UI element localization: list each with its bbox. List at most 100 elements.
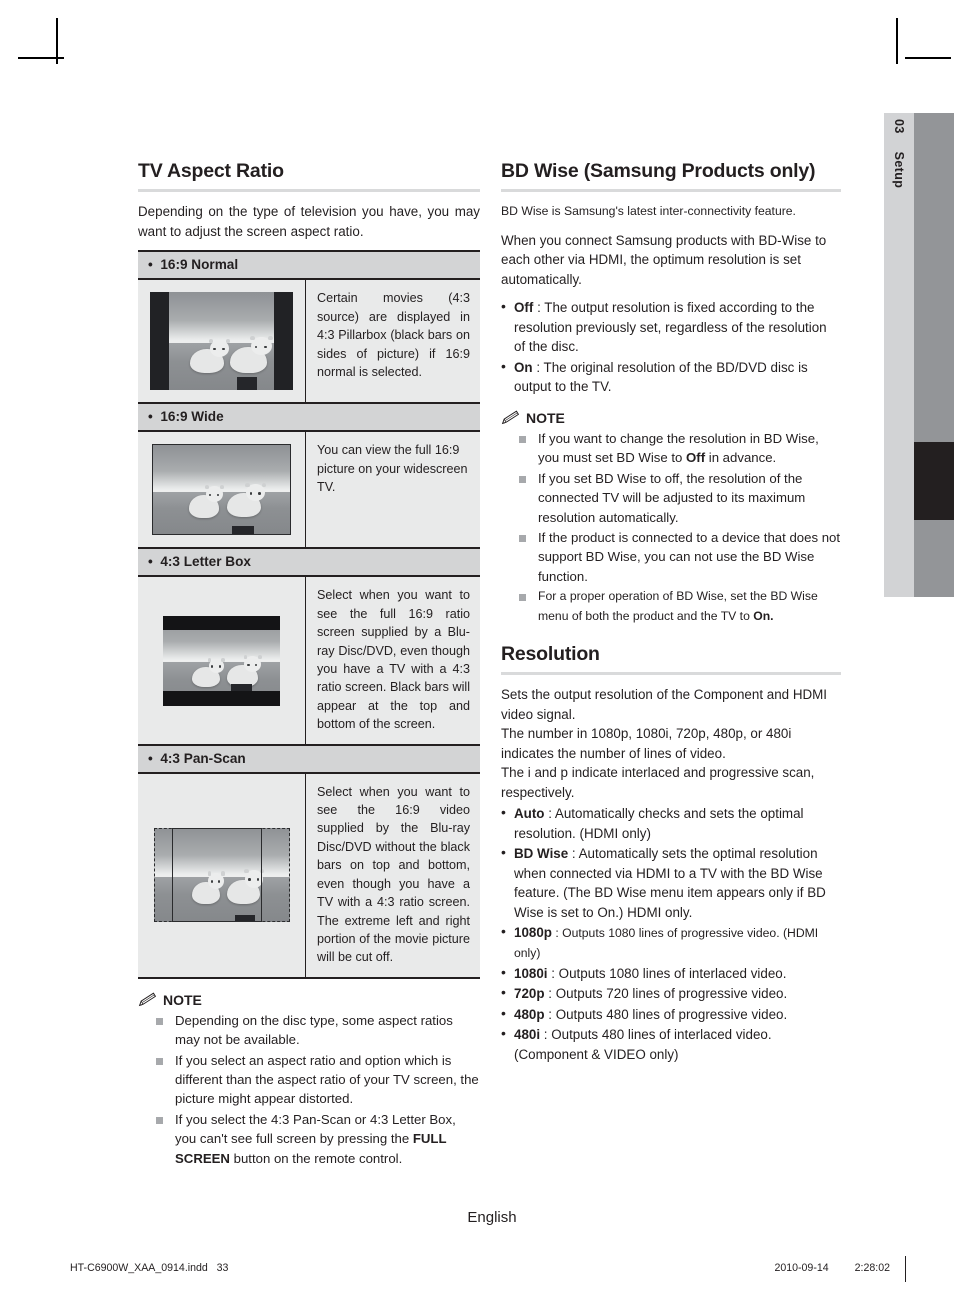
chapter-side-bar xyxy=(914,113,954,597)
resolution-option-1080p: 1080p : Outputs 1080 lines of progressiv… xyxy=(501,922,841,962)
note-item: If you want to change the resolution in … xyxy=(517,429,841,468)
footer-time: 2:28:02 xyxy=(854,1262,890,1274)
aspect-description-4-3-letter-box: Select when you want to see the full 16:… xyxy=(317,588,470,732)
bd-wise-intro-2: When you connect Samsung products with B… xyxy=(501,232,827,287)
resolution-option-720p: 720p : Outputs 720 lines of progressive … xyxy=(501,983,841,1004)
aspect-description-4-3-pan-scan: Select when you want to see the 16:9 vid… xyxy=(317,784,470,965)
chapter-number: 03 xyxy=(892,119,906,134)
tv-widescreen-puppies-image xyxy=(152,444,291,536)
footer-file-info: HT-C6900W_XAA_0914.indd 33 xyxy=(70,1262,228,1274)
heading-divider xyxy=(138,189,480,193)
chapter-position-marker xyxy=(914,442,954,520)
option-text: : Automatically checks and sets the opti… xyxy=(514,806,804,841)
aspect-label: 4:3 Pan-Scan xyxy=(160,750,246,766)
option-term: BD Wise xyxy=(514,846,569,862)
option-text: : Outputs 720 lines of progressive video… xyxy=(544,986,788,1002)
footer-timestamp: 2010-09-14 2:28:02 xyxy=(774,1262,890,1274)
heading-divider xyxy=(501,672,841,676)
aspect-picture-4-3-letter-box xyxy=(138,577,306,744)
note-label: NOTE xyxy=(163,991,202,1008)
aspect-picture-16-9-normal xyxy=(138,280,306,403)
option-term: On xyxy=(514,359,533,375)
option-term: 480i xyxy=(514,1027,541,1043)
option-term: 480p xyxy=(514,1006,545,1022)
option-text: : The output resolution is fixed accordi… xyxy=(514,300,827,355)
language-label: English xyxy=(467,1209,517,1226)
note-item: If the product is connected to a device … xyxy=(517,528,841,586)
option-text: : Outputs 1080 lines of interlaced video… xyxy=(547,965,787,981)
resolution-option-480i: 480i : Outputs 480 lines of interlaced v… xyxy=(501,1024,841,1064)
aspect-row-header-16-9-wide: • 16:9 Wide xyxy=(138,402,480,433)
note-list-left: Depending on the disc type, some aspect … xyxy=(138,1011,480,1168)
aspect-row-4-3-letter-box: Select when you want to see the full 16:… xyxy=(138,577,480,744)
chapter-tab-text: 03 Setup xyxy=(892,113,906,188)
option-term: Auto xyxy=(514,806,545,822)
print-footer: HT-C6900W_XAA_0914.indd 33 2010-09-14 2:… xyxy=(70,1262,890,1274)
tv-letterbox-puppies-image xyxy=(163,615,280,706)
aspect-picture-16-9-wide xyxy=(138,432,306,548)
aspect-row-header-4-3-pan-scan: • 4:3 Pan-Scan xyxy=(138,743,480,774)
right-column: BD Wise (Samsung Products only) BD Wise … xyxy=(501,160,841,1065)
aspect-row-16-9-wide: You can view the full 16:9 picture on yo… xyxy=(138,432,480,548)
manual-page: 03 Setup TV Aspect Ratio Depending on th… xyxy=(0,0,954,1307)
option-term: 1080p xyxy=(514,925,552,941)
aspect-picture-4-3-pan-scan xyxy=(138,773,306,977)
option-text: : Outputs 480 lines of interlaced video.… xyxy=(514,1027,772,1062)
note-label: NOTE xyxy=(526,409,565,426)
heading-divider xyxy=(501,189,841,193)
language-footer: English xyxy=(0,1209,954,1226)
aspect-row-header-4-3-letter-box: • 4:3 Letter Box xyxy=(138,547,480,578)
note-item: If you select an aspect ratio and option… xyxy=(154,1051,480,1109)
resolution-option-480p: 480p : Outputs 480 lines of progressive … xyxy=(501,1004,841,1025)
resolution-intro-3: The i and p indicate interlaced and prog… xyxy=(501,765,815,800)
panscan-crop-frame xyxy=(171,828,262,923)
left-column: TV Aspect Ratio Depending on the type of… xyxy=(138,160,480,1169)
crop-mark-top-right-h xyxy=(905,57,951,59)
crop-mark-top-left-h xyxy=(18,57,64,59)
footer-date: 2010-09-14 xyxy=(774,1262,829,1274)
resolution-intro-2: The number in 1080p, 1080i, 720p, 480p, … xyxy=(501,726,792,761)
resolution-option-auto: Auto : Automatically checks and sets the… xyxy=(501,803,841,843)
bd-wise-intro-1: BD Wise is Samsung's latest inter-connec… xyxy=(501,204,796,219)
tv-pillarbox-puppies-image xyxy=(150,292,293,391)
section-title-resolution: Resolution xyxy=(501,642,600,665)
pencil-icon xyxy=(501,410,520,425)
bd-wise-option-off: Off : The output resolution is fixed acc… xyxy=(501,297,841,357)
note-heading-right: NOTE xyxy=(501,410,841,426)
option-text: : Outputs 480 lines of progressive video… xyxy=(544,1006,788,1022)
note-item: If you set BD Wise to off, the resolutio… xyxy=(517,469,841,527)
aspect-row-header-16-9-normal: • 16:9 Normal xyxy=(138,252,480,281)
option-text: : The original resolution of the BD/DVD … xyxy=(514,359,808,395)
chapter-name: Setup xyxy=(892,151,906,189)
resolution-option-1080i: 1080i : Outputs 1080 lines of interlaced… xyxy=(501,963,841,984)
footer-page-number: 33 xyxy=(216,1262,229,1274)
aspect-row-16-9-normal: Certain movies (4:3 source) are displaye… xyxy=(138,280,480,403)
footer-file-name: HT-C6900W_XAA_0914.indd xyxy=(70,1262,208,1274)
note-item: For a proper operation of BD Wise, set t… xyxy=(517,587,841,626)
aspect-label: 16:9 Normal xyxy=(160,257,239,273)
page-title-tv-aspect-ratio: TV Aspect Ratio xyxy=(138,160,284,182)
tv-panscan-puppies-image xyxy=(153,828,290,923)
option-term: Off xyxy=(514,300,534,316)
option-term: 720p xyxy=(514,986,545,1002)
note-heading-left: NOTE xyxy=(138,992,480,1008)
note-list-right: If you want to change the resolution in … xyxy=(501,429,841,626)
crop-mark-bottom-right xyxy=(905,1256,906,1282)
resolution-intro-1: Sets the output resolution of the Compon… xyxy=(501,687,828,722)
aspect-description-16-9-wide: You can view the full 16:9 picture on yo… xyxy=(317,443,468,495)
crop-mark-top-right-v xyxy=(896,18,898,64)
note-item: Depending on the disc type, some aspect … xyxy=(154,1011,480,1050)
note-item: If you select the 4:3 Pan-Scan or 4:3 Le… xyxy=(154,1110,480,1168)
bd-wise-option-list: Off : The output resolution is fixed acc… xyxy=(501,297,841,397)
aspect-ratio-table: • 16:9 Normal Certain movies (4:3 source… xyxy=(138,250,480,979)
resolution-option-list: Auto : Automatically checks and sets the… xyxy=(501,803,841,1064)
option-text: : Outputs 1080 lines of progressive vide… xyxy=(514,926,819,960)
aspect-row-4-3-pan-scan: Select when you want to see the 16:9 vid… xyxy=(138,773,480,979)
bd-wise-option-on: On : The original resolution of the BD/D… xyxy=(501,357,841,397)
option-term: 1080i xyxy=(514,965,548,981)
aspect-label: 16:9 Wide xyxy=(160,409,224,425)
chapter-tab: 03 Setup xyxy=(884,113,914,597)
section-title-bd-wise: BD Wise (Samsung Products only) xyxy=(501,160,816,182)
aspect-label: 4:3 Letter Box xyxy=(160,554,251,570)
aspect-description-16-9-normal: Certain movies (4:3 source) are displaye… xyxy=(317,291,470,380)
